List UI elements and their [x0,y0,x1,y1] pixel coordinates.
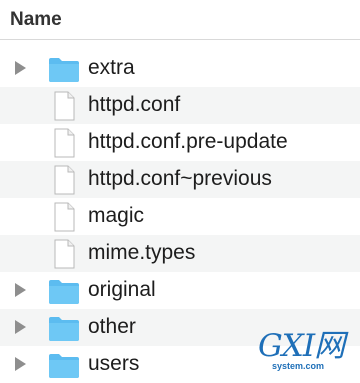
list-item-magic[interactable]: magic [0,198,360,235]
column-header[interactable]: Name [0,0,360,40]
disclosure-triangle-icon[interactable] [15,61,26,75]
list-item-extra[interactable]: extra [0,50,360,87]
file-name: other [88,315,136,338]
file-name: magic [88,204,145,227]
file-icon [48,239,80,269]
list-item-original[interactable]: original [0,272,360,309]
file-name: extra [88,56,135,79]
file-icon [48,91,80,121]
watermark-logo-text: GXI网 [258,328,345,364]
list-item-httpd-conf-pre-update[interactable]: httpd.conf.pre-update [0,124,360,161]
file-icon [48,165,80,195]
file-name: mime.types [88,241,196,264]
file-icon [48,202,80,232]
file-icon [48,128,80,158]
file-name: httpd.conf.pre-update [88,130,288,153]
file-name: original [88,278,156,301]
folder-icon [48,276,80,306]
disclosure-triangle-icon[interactable] [15,320,26,334]
watermark-logo: GXI网 system.com [258,330,356,374]
folder-icon [48,54,80,84]
file-name: httpd.conf [88,93,181,116]
disclosure-triangle-icon[interactable] [15,357,26,371]
list-item-httpd-conf[interactable]: httpd.conf [0,87,360,124]
file-name: users [88,352,140,375]
list-item-httpd-conf-previous[interactable]: httpd.conf~previous [0,161,360,198]
list-item-mime-types[interactable]: mime.types [0,235,360,272]
disclosure-triangle-icon[interactable] [15,283,26,297]
folder-icon [48,313,80,343]
watermark-domain: system.com [272,361,325,371]
file-name: httpd.conf~previous [88,167,272,190]
name-column-title[interactable]: Name [10,9,62,31]
